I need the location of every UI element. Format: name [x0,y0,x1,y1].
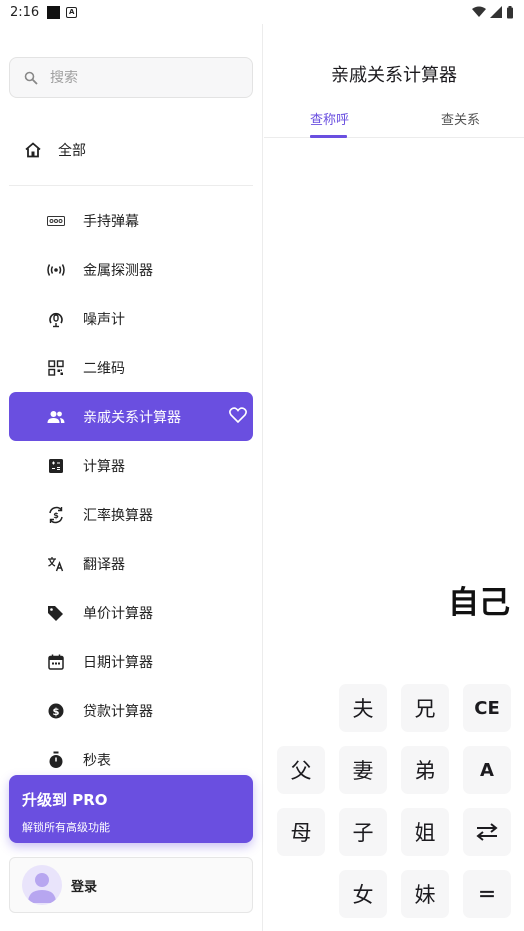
tab-bar: 查称呼 查关系 [264,104,524,138]
sidebar-item-relative-calculator[interactable]: 亲戚关系计算器 [9,392,253,441]
stopwatch-icon [47,751,65,769]
wifi-icon [472,6,486,17]
sidebar-item-unit-price[interactable]: 单价计算器 [9,588,253,637]
sensor-icon [47,261,65,279]
page-title: 亲戚关系计算器 [331,65,457,86]
sidebar-item-calculator[interactable]: 计算器 [9,441,253,490]
sidebar-item-date-calculator[interactable]: 日期计算器 [9,637,253,686]
sidebar-item-label: 计算器 [83,458,125,475]
favorite-heart-icon[interactable] [229,407,247,427]
sidebar-item-label: 汇率换算器 [83,507,153,524]
key-wife[interactable]: 妻 [339,746,387,794]
key-father[interactable]: 父 [277,746,325,794]
login-button[interactable]: 登录 [9,857,253,913]
sidebar-item-label: 秒表 [83,752,111,769]
swap-arrows-icon [476,823,498,841]
people-icon [47,408,65,426]
key-clear[interactable]: CE [463,684,511,732]
sidebar-item-all[interactable]: 全部 [9,128,253,172]
result-display: 自己 [448,585,510,621]
sidebar: 全部 手持弹幕 金属探测器 噪声计 二维码 [0,24,263,931]
tab-lookup-relation[interactable]: 查关系 [441,109,480,128]
status-icons [472,5,514,19]
search-box[interactable] [9,57,253,98]
sidebar-item-label: 贷款计算器 [83,703,153,720]
sidebar-item-label: 噪声计 [83,311,125,328]
status-time: 2:16 [10,4,40,20]
key-equals[interactable]: ＝ [463,870,511,918]
key-swap[interactable] [463,808,511,856]
sidebar-item-noise-meter[interactable]: 噪声计 [9,294,253,343]
sidebar-item-label: 金属探测器 [83,262,153,279]
sidebar-item-metal-detector[interactable]: 金属探测器 [9,245,253,294]
promo-title: 升级到 PRO [22,791,108,809]
key-daughter[interactable]: 女 [339,870,387,918]
key-elder-sister[interactable]: 姐 [401,808,449,856]
upgrade-pro-banner[interactable]: 升级到 PRO 解锁所有高级功能 [9,775,253,843]
marquee-icon [47,212,65,230]
svg-text:$: $ [53,511,59,520]
user-avatar-icon [28,873,56,903]
currency-exchange-icon: $ [47,506,65,524]
nav-list: 手持弹幕 金属探测器 噪声计 二维码 亲戚关系计算器 计算器 $ 汇率换算器 翻… [9,196,253,784]
key-husband[interactable]: 夫 [339,684,387,732]
calculator-icon [47,457,65,475]
promo-subtitle: 解锁所有高级功能 [22,821,110,834]
sidebar-item-translator[interactable]: 翻译器 [9,539,253,588]
sidebar-item-label: 单价计算器 [83,605,153,622]
avatar [22,865,62,905]
sidebar-item-loan-calculator[interactable]: $ 贷款计算器 [9,686,253,735]
translate-icon [47,555,65,573]
sidebar-item-label: 手持弹幕 [83,213,139,230]
tab-lookup-title[interactable]: 查称呼 [310,109,349,128]
home-icon [25,142,41,158]
sidebar-item-label: 全部 [58,143,86,159]
key-elder-brother[interactable]: 兄 [401,684,449,732]
status-bar: 2:16 A [0,0,524,24]
search-input[interactable] [50,69,220,86]
price-tag-icon [47,604,65,622]
battery-icon [507,5,513,18]
key-son[interactable]: 子 [339,808,387,856]
calendar-icon [47,653,65,671]
main-panel: 亲戚关系计算器 查称呼 查关系 自己 夫 兄 CE 父 妻 弟 A 母 子 姐 … [264,24,524,931]
sidebar-item-label: 二维码 [83,360,125,377]
qr-code-icon [47,359,65,377]
key-a[interactable]: A [463,746,511,794]
sidebar-item-qr-code[interactable]: 二维码 [9,343,253,392]
sidebar-item-label: 日期计算器 [83,654,153,671]
login-label: 登录 [71,879,98,895]
signal-icon [490,6,502,18]
divider [9,185,253,186]
noise-meter-icon [47,310,65,328]
key-younger-brother[interactable]: 弟 [401,746,449,794]
key-younger-sister[interactable]: 妹 [401,870,449,918]
notification-icon [47,5,61,19]
tab-active-indicator [310,135,347,138]
sidebar-item-marquee[interactable]: 手持弹幕 [9,196,253,245]
sidebar-item-currency-exchange[interactable]: $ 汇率换算器 [9,490,253,539]
sidebar-item-label: 翻译器 [83,556,125,573]
sidebar-item-label: 亲戚关系计算器 [83,409,181,426]
key-mother[interactable]: 母 [277,808,325,856]
search-icon [24,71,38,85]
svg-text:$: $ [53,707,60,718]
dollar-icon: $ [47,702,65,720]
app-notification-icon: A [66,6,78,18]
